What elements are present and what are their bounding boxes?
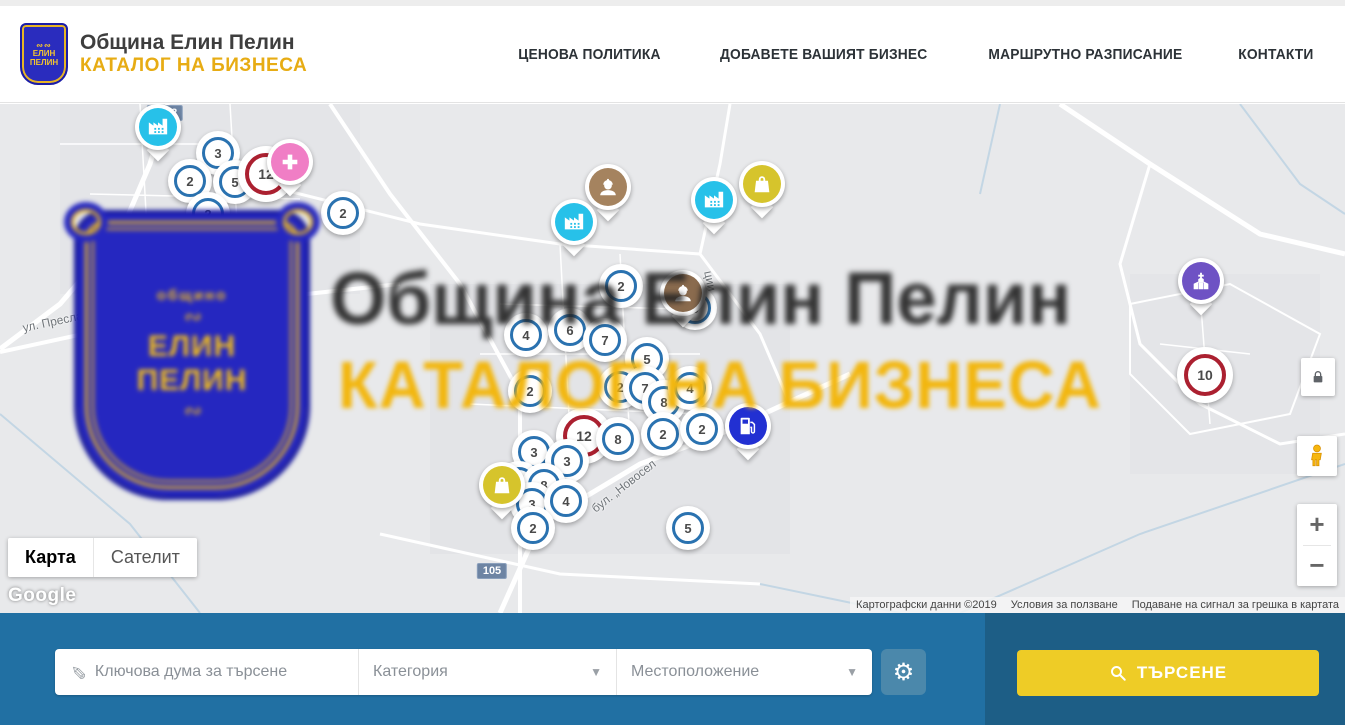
nav-item-0[interactable]: ЦЕНОВА ПОЛИТИКА xyxy=(518,46,660,63)
crest-ornament: ∾∾ xyxy=(36,42,51,49)
pin-church-marker[interactable] xyxy=(1176,258,1226,318)
street-view-pegman[interactable] xyxy=(1297,436,1337,476)
map-canvas[interactable]: 6002105 ул. Преславбул. „Новоселции 3251… xyxy=(0,104,1345,613)
google-logo[interactable]: Google xyxy=(8,585,76,607)
map-zoom-control: + − xyxy=(1297,504,1337,586)
location-select[interactable]: Местоположение ▼ xyxy=(617,649,872,695)
search-fields: ✎ Категория ▼ Местоположение ▼ xyxy=(55,649,872,695)
cluster-marker[interactable]: 10 xyxy=(1177,347,1233,403)
zoom-out-button[interactable]: − xyxy=(1297,546,1337,587)
road-badge: 105 xyxy=(477,563,507,579)
pin-worker-marker[interactable] xyxy=(658,270,708,330)
pin-cross-marker[interactable] xyxy=(265,139,315,199)
factory-icon xyxy=(147,116,169,138)
site-title: Община Елин Пелин xyxy=(80,31,307,55)
pin-fuel-marker[interactable] xyxy=(723,403,773,463)
worker-icon xyxy=(672,282,694,304)
fuel-icon xyxy=(737,415,759,437)
zoom-in-button[interactable]: + xyxy=(1297,504,1337,545)
category-select-label: Категория xyxy=(373,663,448,681)
map-type-control: Карта Сателит xyxy=(8,538,197,577)
cluster-marker[interactable]: 2 xyxy=(508,369,552,413)
report-error-link[interactable]: Подаване на сигнал за грешка в картата xyxy=(1132,599,1339,611)
scroll-lock-button[interactable] xyxy=(1301,358,1335,396)
pin-factory-marker[interactable] xyxy=(549,199,599,259)
bag-icon xyxy=(751,173,773,195)
brand[interactable]: ∾∾ ЕЛИНПЕЛИН Община Елин Пелин КАТАЛОГ Н… xyxy=(20,23,307,85)
cluster-marker[interactable]: 2 xyxy=(321,191,365,235)
nav-item-1[interactable]: ДОБАВЕТЕ ВАШИЯТ БИЗНЕС xyxy=(720,46,927,63)
keyword-field[interactable]: ✎ xyxy=(55,649,359,695)
cluster-marker[interactable]: 2 xyxy=(599,264,643,308)
factory-icon xyxy=(703,189,725,211)
search-icon xyxy=(1109,664,1127,682)
cluster-marker[interactable]: 2 xyxy=(186,192,230,236)
pin-bag-marker[interactable] xyxy=(737,161,787,221)
map-type-map-button[interactable]: Карта xyxy=(8,538,93,577)
cross-icon xyxy=(279,151,301,173)
cluster-marker[interactable]: 5 xyxy=(666,506,710,550)
site-header: ∾∾ ЕЛИНПЕЛИН Община Елин Пелин КАТАЛОГ Н… xyxy=(0,6,1345,103)
search-bar: ✎ Категория ▼ Местоположение ▼ ⚙ ТЪРСЕНЕ xyxy=(0,613,1345,725)
chevron-down-icon: ▼ xyxy=(846,665,858,679)
church-icon xyxy=(1190,270,1212,292)
pencil-icon: ✎ xyxy=(65,664,88,680)
bag-icon xyxy=(491,474,513,496)
search-submit-button[interactable]: ТЪРСЕНЕ xyxy=(1017,650,1319,696)
category-select[interactable]: Категория ▼ xyxy=(359,649,617,695)
pin-factory-marker[interactable] xyxy=(133,104,183,164)
factory-icon xyxy=(563,211,585,233)
cluster-marker[interactable]: 2 xyxy=(680,407,724,451)
terms-link[interactable]: Условия за ползване xyxy=(1011,599,1118,611)
gear-icon: ⚙ xyxy=(893,658,915,687)
map-attribution: Картографски данни ©2019 Условия за полз… xyxy=(850,597,1345,613)
keyword-input[interactable] xyxy=(95,663,344,681)
cluster-marker[interactable]: 7 xyxy=(583,318,627,362)
cluster-marker[interactable]: 2 xyxy=(641,412,685,456)
main-nav: ЦЕНОВА ПОЛИТИКА ДОБАВЕТЕ ВАШИЯТ БИЗНЕС МАР… xyxy=(512,46,1317,63)
pin-bag-marker[interactable] xyxy=(477,462,527,522)
attribution-copyright: Картографски данни ©2019 xyxy=(856,599,997,611)
pin-factory-marker[interactable] xyxy=(689,177,739,237)
worker-icon xyxy=(597,176,619,198)
map-type-satellite-button[interactable]: Сателит xyxy=(93,538,197,577)
site-subtitle: КАТАЛОГ НА БИЗНЕСА xyxy=(80,55,307,77)
advanced-settings-button[interactable]: ⚙ xyxy=(881,649,926,695)
municipality-logo-icon: ∾∾ ЕЛИНПЕЛИН xyxy=(20,23,68,85)
nav-item-2[interactable]: МАРШРУТНО РАЗПИСАНИЕ xyxy=(989,46,1183,63)
location-select-label: Местоположение xyxy=(631,663,759,681)
chevron-down-icon: ▼ xyxy=(590,665,602,679)
nav-item-3[interactable]: КОНТАКТИ xyxy=(1238,46,1313,63)
cluster-marker[interactable]: 4 xyxy=(668,366,712,410)
cluster-marker[interactable]: 8 xyxy=(596,417,640,461)
cluster-marker[interactable]: 4 xyxy=(504,313,548,357)
